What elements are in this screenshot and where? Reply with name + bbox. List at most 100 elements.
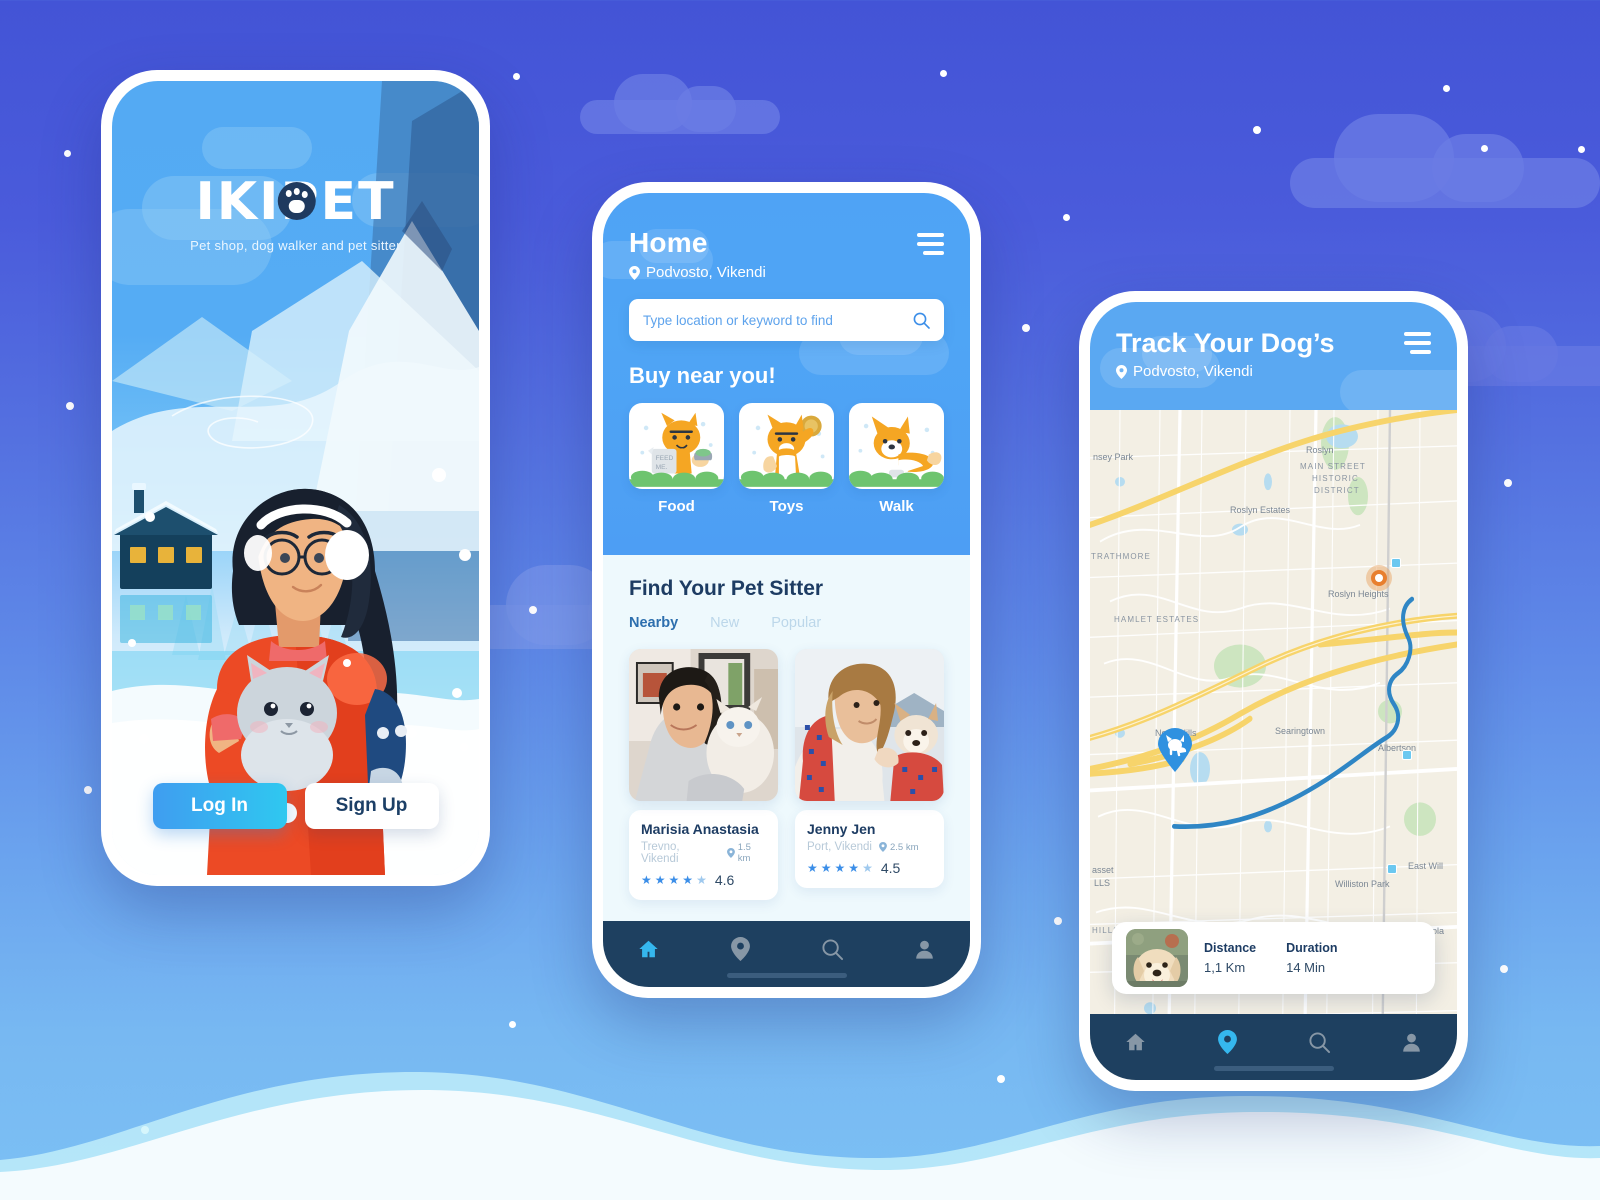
star-icon: ★	[682, 873, 694, 887]
profile-icon	[915, 940, 933, 959]
rating-value: 4.5	[880, 860, 901, 876]
nav-search[interactable]	[1296, 1025, 1342, 1059]
golden-retriever-photo	[1126, 929, 1188, 987]
home-main: Find Your Pet Sitter Nearby New Popular	[603, 555, 970, 900]
map-label: Williston Park	[1335, 879, 1390, 889]
snow-dot	[513, 73, 520, 80]
dog-walk-icon	[849, 416, 944, 487]
nav-search[interactable]	[809, 932, 855, 966]
category-label: Walk	[879, 498, 914, 515]
location-pin-icon	[731, 937, 751, 961]
sitter-card[interactable]: Jenny Jen Port, Vikendi 2.5 km ★ ★ ★ ★ ★…	[795, 649, 944, 900]
snow-dot	[1504, 479, 1512, 487]
map-label: MAIN STREET	[1300, 462, 1366, 471]
tab-new[interactable]: New	[710, 615, 739, 631]
search-bar[interactable]	[629, 299, 944, 341]
tracking-info-card: Distance 1,1 Km Duration 14 Min	[1112, 922, 1435, 994]
home-screen: Home Podvosto, Vikendi Buy near you!	[603, 193, 970, 987]
search-input[interactable]	[643, 312, 913, 328]
sitter-list: Marisia Anastasia Trevno, Vikendi 1.5 km	[629, 649, 944, 900]
category-card[interactable]	[849, 403, 944, 489]
category-toys[interactable]: Toys	[739, 403, 834, 515]
sitter-photo[interactable]	[795, 649, 944, 801]
search-icon[interactable]	[913, 312, 930, 329]
location-pin-icon	[1116, 364, 1127, 379]
transit-icon	[1387, 864, 1397, 874]
metric-value: 14 Min	[1286, 960, 1326, 975]
home-body: Home Podvosto, Vikendi Buy near you!	[603, 193, 970, 987]
search-icon	[1309, 1031, 1330, 1053]
home-indicator	[1213, 1066, 1334, 1071]
swirl-decoration	[171, 395, 314, 449]
paw-icon	[277, 182, 316, 220]
metric-value: 1,1 Km	[1204, 960, 1246, 975]
bottom-navigation	[1090, 1014, 1457, 1080]
distance-text: 2.5 km	[890, 841, 919, 853]
map-label: asset	[1092, 865, 1114, 875]
splash-screen: IKIPET Pet shop, dog walker and pet sitt…	[112, 81, 479, 875]
tab-nearby[interactable]: Nearby	[629, 615, 678, 631]
profile-icon	[1402, 1033, 1420, 1052]
rating-row: ★ ★ ★ ★ ★ 4.6	[641, 872, 766, 888]
tagline: Pet shop, dog walker and pet sitter	[190, 238, 401, 253]
location-pin-icon	[629, 265, 640, 280]
menu-button[interactable]	[1404, 332, 1431, 359]
sitter-info: Marisia Anastasia Trevno, Vikendi 1.5 km	[629, 810, 778, 900]
page-title: Home	[629, 227, 708, 258]
map-label: HISTORIC	[1312, 474, 1359, 483]
category-row: FEED ME. Food Toys Walk	[629, 403, 944, 515]
search-icon	[822, 938, 843, 960]
map-label: TRATHMORE	[1091, 552, 1151, 561]
sitter-tabs: Nearby New Popular	[629, 615, 944, 631]
snow-dot	[1022, 324, 1030, 332]
menu-button[interactable]	[917, 233, 944, 260]
star-icon: ★	[834, 861, 846, 875]
transit-icon	[1402, 750, 1412, 760]
category-walk[interactable]: Walk	[849, 403, 944, 515]
destination-marker-icon[interactable]	[1366, 565, 1392, 591]
tab-popular[interactable]: Popular	[771, 615, 821, 631]
category-card[interactable]	[739, 403, 834, 489]
phone-home: Home Podvosto, Vikendi Buy near you!	[592, 182, 981, 998]
nav-home[interactable]	[626, 932, 672, 966]
metrics-group: Distance 1,1 Km Duration 14 Min	[1204, 941, 1338, 975]
sitter-photo[interactable]	[629, 649, 778, 801]
category-food[interactable]: FEED ME. Food	[629, 403, 724, 515]
menu-line	[1410, 350, 1431, 354]
snow-dot	[64, 150, 71, 157]
phone-track: Track Your Dog’s Podvosto, Vikendi Rosly…	[1079, 291, 1468, 1091]
cloud-top-right	[1290, 112, 1600, 208]
map-label: Roslyn	[1306, 445, 1334, 455]
track-header: Track Your Dog’s Podvosto, Vikendi	[1090, 302, 1457, 410]
sitter-card[interactable]: Marisia Anastasia Trevno, Vikendi 1.5 km	[629, 649, 778, 900]
category-card[interactable]: FEED ME.	[629, 403, 724, 489]
auth-buttons: Log In Sign Up	[112, 783, 479, 829]
snow-dot	[1578, 146, 1585, 153]
map-view[interactable]: Roslyn MAIN STREET HISTORIC DISTRICT Roslyn …	[1090, 410, 1457, 1080]
location-pin-icon	[1218, 1030, 1238, 1054]
login-button[interactable]: Log In	[152, 783, 287, 829]
location-text: Podvosto, Vikendi	[1133, 363, 1253, 380]
star-half-icon: ★	[862, 861, 873, 875]
svg-text:ME.: ME.	[656, 464, 668, 471]
nav-profile[interactable]	[1388, 1025, 1434, 1059]
nav-location[interactable]	[718, 932, 764, 966]
category-label: Food	[658, 498, 695, 515]
nav-profile[interactable]	[901, 932, 947, 966]
star-icon: ★	[807, 861, 818, 875]
nav-location[interactable]	[1205, 1025, 1251, 1059]
dog-location-pin-icon[interactable]	[1158, 728, 1192, 772]
nav-home[interactable]	[1113, 1025, 1159, 1059]
rating-row: ★ ★ ★ ★ ★ 4.5	[807, 860, 932, 876]
signup-button[interactable]: Sign Up	[304, 783, 439, 829]
sitter-name: Marisia Anastasia	[641, 821, 759, 837]
metric-label: Distance	[1204, 941, 1257, 955]
buy-near-you-title: Buy near you!	[629, 363, 776, 388]
snow-dot	[329, 1131, 337, 1139]
cloud-top-left	[580, 72, 780, 134]
star-icon: ★	[641, 873, 652, 887]
snow-dot	[1253, 126, 1261, 134]
svg-text:FEED: FEED	[656, 455, 674, 462]
sitter-meta: Trevno, Vikendi 1.5 km	[641, 841, 766, 865]
metric-distance: Distance 1,1 Km	[1204, 941, 1256, 975]
